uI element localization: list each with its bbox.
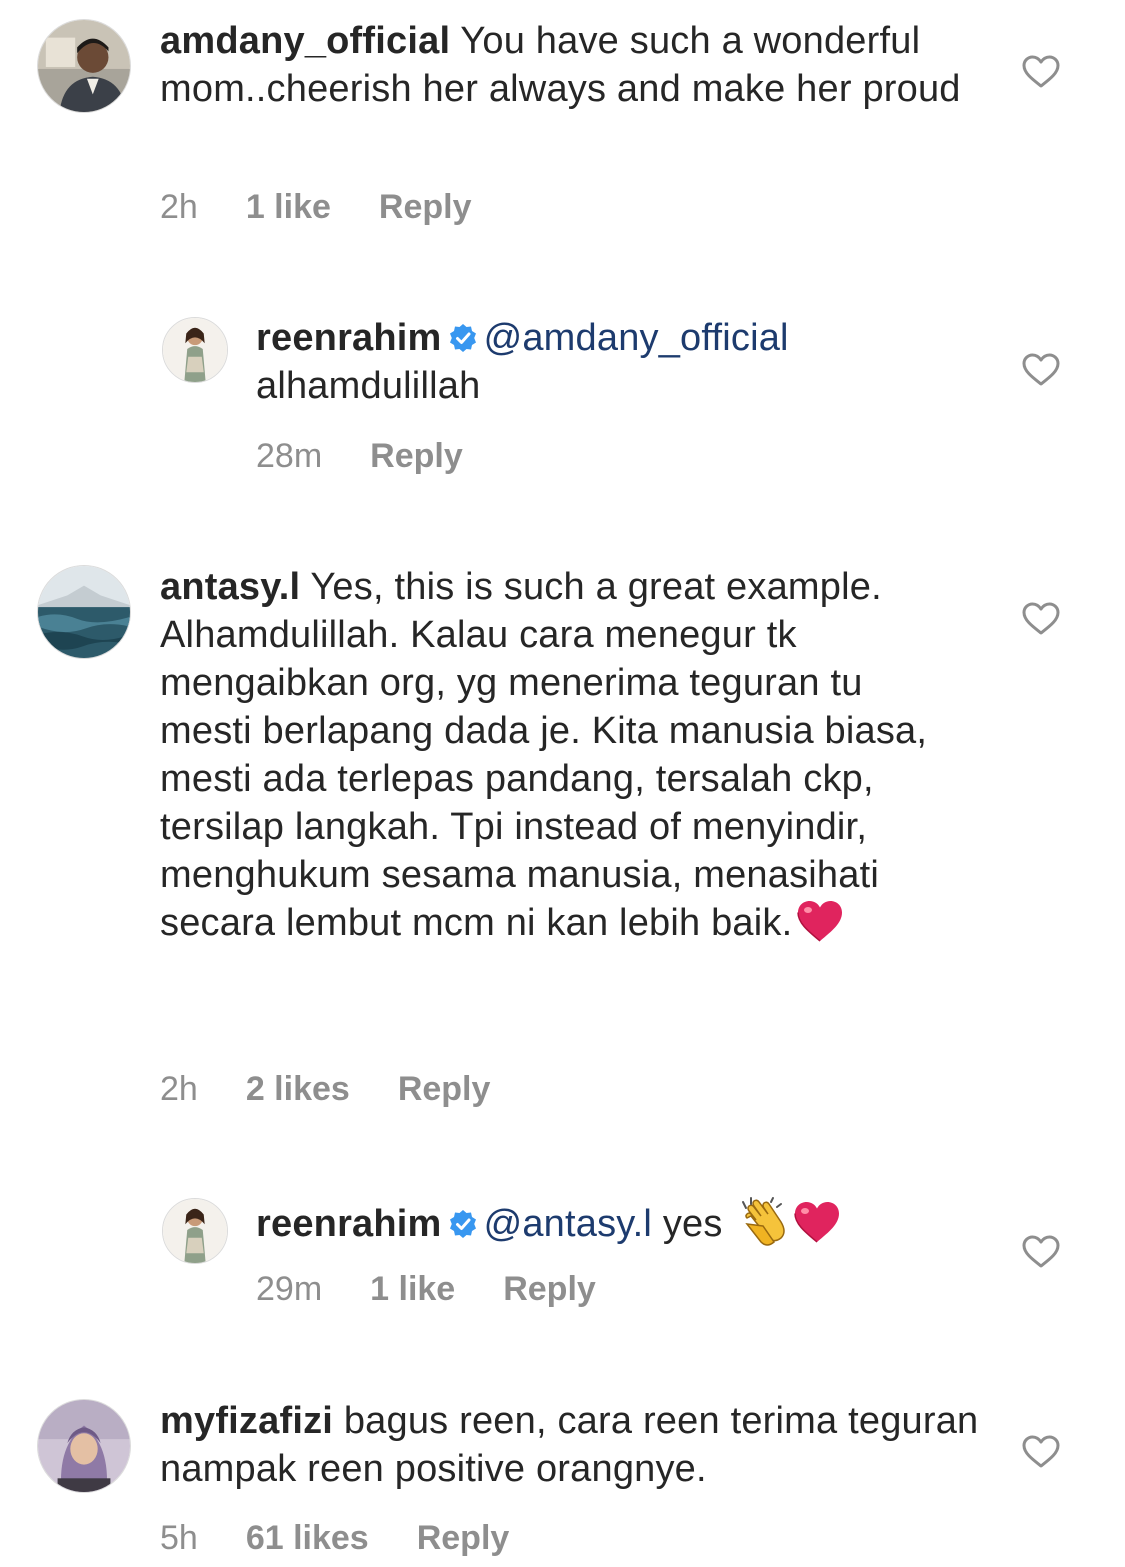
like-heart-icon[interactable] [1022,353,1060,387]
avatar[interactable] [37,1399,131,1493]
reply-button[interactable]: Reply [370,436,463,476]
comment-likes[interactable]: 1 like [370,1269,455,1309]
mention-link[interactable]: @antasy.l [484,1203,653,1245]
comment-username[interactable]: antasy.l [160,566,300,608]
comment-likes[interactable]: 2 likes [246,1069,350,1109]
comment-username[interactable]: reenrahim [256,1203,442,1245]
comment-likes[interactable]: 61 likes [246,1518,369,1558]
avatar[interactable] [162,317,228,383]
comment-meta: 28m Reply [256,436,463,476]
comment-time: 2h [160,188,198,226]
like-heart-icon[interactable] [1022,55,1060,89]
comment-time: 28m [256,437,323,475]
mention-link[interactable]: @amdany_official [484,317,789,359]
comment-username[interactable]: myfizafizi [160,1400,333,1442]
comment-body: myfizafizi bagus reen, cara reen terima … [160,1397,980,1493]
comment-username[interactable]: reenrahim [256,317,442,359]
like-heart-icon[interactable] [1022,602,1060,636]
clapping-hands-emoji-icon [741,1197,785,1246]
comment-meta: 29m 1 like Reply [256,1269,596,1309]
landscape-photo-icon [38,566,130,658]
comment-body: amdany_official You have such a wonderfu… [160,17,980,113]
comment-time: 2h [160,1070,198,1108]
comment-username[interactable]: amdany_official [160,20,450,62]
comment-meta: 2h 1 like Reply [160,187,472,227]
like-heart-icon[interactable] [1022,1235,1060,1269]
avatar[interactable] [37,565,131,659]
red-heart-emoji-icon [793,1202,839,1243]
avatar[interactable] [162,1198,228,1264]
comment-time: 5h [160,1519,198,1557]
verified-badge-icon [449,1210,476,1238]
comment-meta: 5h 61 likes Reply [160,1518,509,1558]
red-heart-emoji-icon [797,901,843,942]
comment-body: reenrahim @antasy.l yes [256,1196,976,1248]
comment-text: Yes, this is such a great example. Alham… [160,566,928,944]
verified-badge-icon [449,324,476,352]
like-heart-icon[interactable] [1022,1435,1060,1469]
person-photo-icon [38,1400,130,1492]
reply-button[interactable]: Reply [503,1269,596,1309]
person-photo-icon [163,318,227,382]
comment-time: 29m [256,1270,323,1308]
comment-meta: 2h 2 likes Reply [160,1069,490,1109]
person-photo-icon [38,20,130,112]
comment-body: reenrahim @amdany_official alhamdulillah [256,314,956,410]
avatar[interactable] [37,19,131,113]
reply-button[interactable]: Reply [417,1518,510,1558]
reply-button[interactable]: Reply [379,187,472,227]
comment-body: antasy.l Yes, this is such a great examp… [160,563,960,947]
comment-text: yes [662,1203,723,1245]
comment-likes[interactable]: 1 like [246,187,331,227]
reply-button[interactable]: Reply [398,1069,491,1109]
comment-text: alhamdulillah [256,365,481,407]
person-photo-icon [163,1199,227,1263]
